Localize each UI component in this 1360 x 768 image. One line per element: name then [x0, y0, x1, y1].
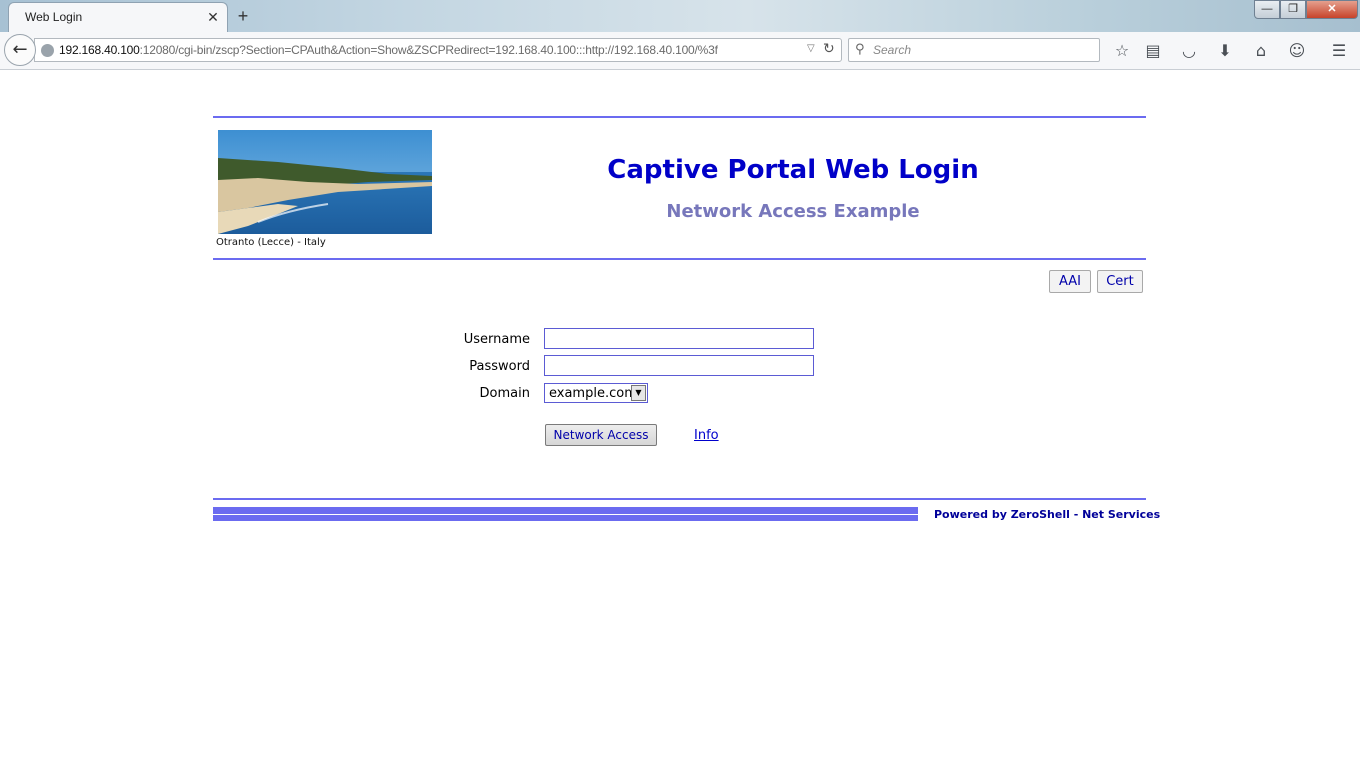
reload-icon[interactable]: ↻ [823, 41, 835, 57]
photo-caption: Otranto (Lecce) - Italy [216, 237, 326, 248]
network-access-button[interactable]: Network Access [545, 424, 657, 446]
site-info-icon[interactable] [41, 44, 54, 57]
address-bar[interactable]: 192.168.40.100:12080/cgi-bin/zscp?Sectio… [34, 38, 842, 62]
footer-bar-top [213, 507, 918, 514]
back-button[interactable]: ← [4, 34, 36, 66]
powered-by-text: Powered by ZeroShell - Net Services [934, 508, 1161, 521]
url-path: :12080/cgi-bin/zscp?Section=CPAuth&Actio… [139, 43, 718, 57]
page-title: Captive Portal Web Login [607, 155, 979, 185]
footer-bar-bottom [213, 515, 918, 521]
search-placeholder: Search [873, 43, 912, 57]
url-history-dropdown-icon[interactable]: ▽ [807, 43, 815, 54]
header-bottom-rule [213, 258, 1146, 260]
cert-login-button[interactable]: Cert [1097, 270, 1143, 293]
browser-navbar: 192.168.40.100:12080/cgi-bin/zscp?Sectio… [0, 32, 1360, 70]
domain-select[interactable]: example.com ▼ [544, 383, 648, 403]
info-link[interactable]: Info [694, 428, 719, 443]
minimize-button[interactable]: — [1254, 0, 1280, 19]
search-icon: ⚲ [855, 42, 865, 57]
home-icon[interactable]: ⌂ [1250, 40, 1272, 62]
search-input[interactable]: ⚲ Search [848, 38, 1100, 62]
url-host: 192.168.40.100 [59, 43, 140, 57]
username-input[interactable] [544, 328, 814, 349]
reading-list-icon[interactable]: ▤ [1142, 40, 1164, 62]
window-controls: — ❐ ✕ [1254, 0, 1358, 19]
aai-login-button[interactable]: AAI [1049, 270, 1091, 293]
domain-selected-value: example.com [549, 386, 637, 401]
menu-icon[interactable]: ☰ [1328, 40, 1350, 62]
browser-titlebar: Web Login ✕ + — ❐ ✕ [0, 0, 1360, 32]
maximize-button[interactable]: ❐ [1280, 0, 1306, 19]
coast-photo-graphic [218, 130, 432, 234]
pocket-icon[interactable]: ◡ [1178, 40, 1200, 62]
tab-title: Web Login [25, 10, 83, 24]
chevron-down-icon[interactable]: ▼ [631, 385, 646, 401]
footer-rule [213, 498, 1146, 500]
new-tab-button[interactable]: + [232, 5, 254, 27]
password-input[interactable] [544, 355, 814, 376]
username-label: Username [463, 332, 530, 347]
close-window-button[interactable]: ✕ [1306, 0, 1358, 19]
download-icon[interactable]: ⬇ [1214, 40, 1236, 62]
tab-close-icon[interactable]: ✕ [205, 9, 221, 25]
back-arrow-icon: ← [12, 39, 28, 60]
page-subtitle: Network Access Example [666, 201, 920, 222]
header-photo [218, 130, 432, 234]
chat-icon[interactable]: ☺ [1286, 40, 1308, 62]
password-label: Password [469, 359, 530, 374]
url-text[interactable]: 192.168.40.100:12080/cgi-bin/zscp?Sectio… [59, 43, 718, 57]
header-top-rule [213, 116, 1146, 118]
domain-label: Domain [479, 386, 530, 401]
bookmark-star-icon[interactable]: ☆ [1111, 40, 1133, 62]
browser-tab[interactable]: Web Login ✕ [8, 2, 228, 32]
